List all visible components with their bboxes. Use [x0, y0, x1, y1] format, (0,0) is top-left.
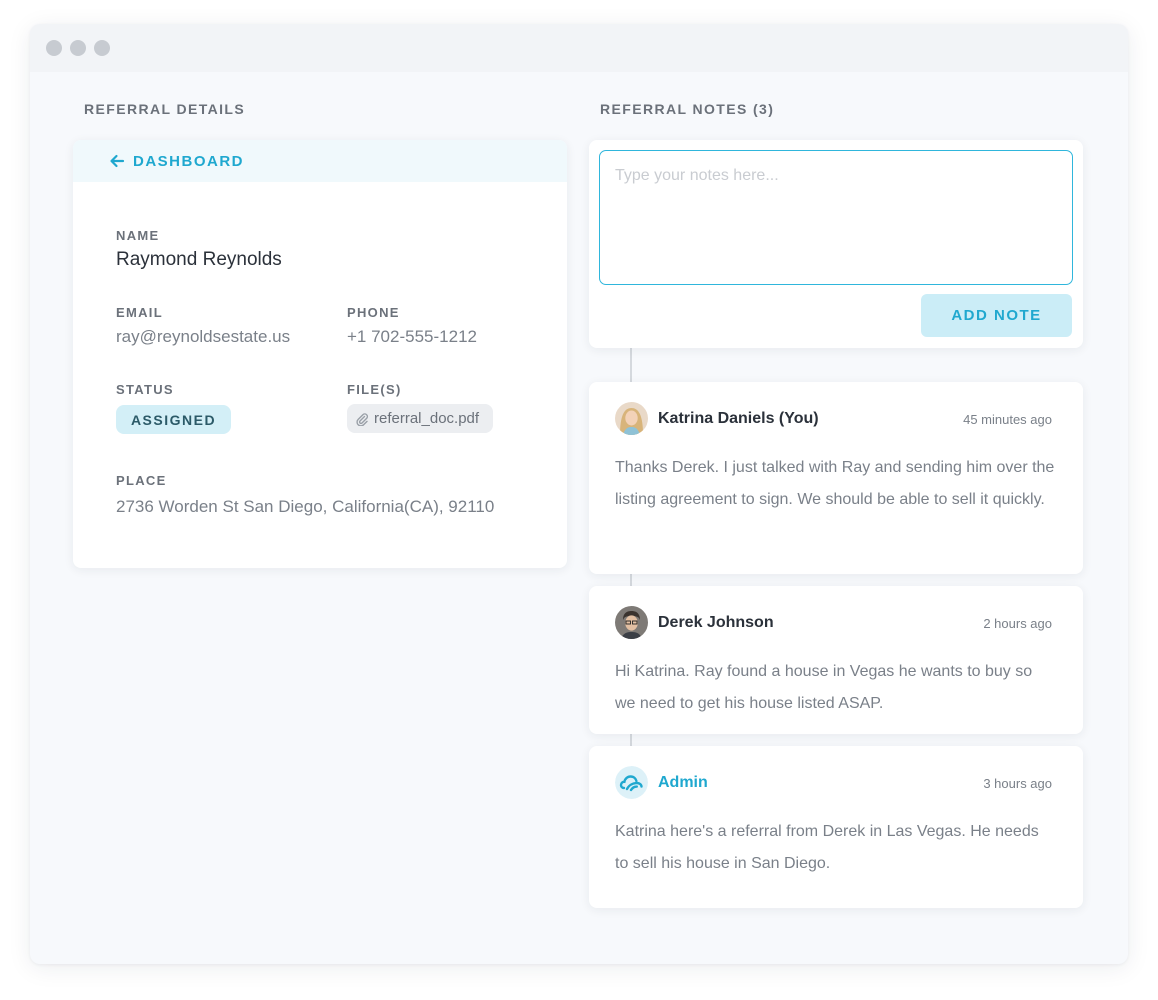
note-author: Derek Johnson: [658, 614, 774, 631]
phone-label: PHONE: [347, 305, 400, 320]
files-label: FILE(S): [347, 382, 402, 397]
note-body: Katrina here's a referral from Derek in …: [615, 823, 1039, 872]
note-item: Admin 3 hours ago Katrina here's a refer…: [589, 746, 1083, 908]
status-label: STATUS: [116, 382, 174, 397]
note-time: 45 minutes ago: [963, 412, 1052, 427]
window-control-maximize[interactable]: [94, 40, 110, 56]
note-author: Admin: [658, 774, 708, 791]
window-control-close[interactable]: [46, 40, 62, 56]
timeline-connector: [630, 574, 632, 586]
note-input[interactable]: [599, 150, 1073, 285]
note-item: Katrina Daniels (You) 45 minutes ago Tha…: [589, 382, 1083, 574]
avatar-katrina: [615, 402, 648, 435]
app-window: REFERRAL DETAILS DASHBOARD NAME Raymond …: [30, 24, 1128, 964]
file-attachment-chip[interactable]: referral_doc.pdf: [347, 404, 493, 433]
referral-details-card: DASHBOARD NAME Raymond Reynolds EMAIL ra…: [73, 140, 567, 568]
referral-details-heading: REFERRAL DETAILS: [84, 101, 246, 117]
file-name: referral_doc.pdf: [374, 410, 480, 427]
name-value: Raymond Reynolds: [116, 249, 282, 270]
dashboard-back-link[interactable]: DASHBOARD: [73, 140, 567, 182]
status-badge: ASSIGNED: [116, 405, 231, 434]
window-titlebar: [30, 24, 1128, 72]
phone-value: +1 702-555-1212: [347, 327, 477, 346]
timeline-connector: [630, 348, 632, 382]
place-label: PLACE: [116, 473, 167, 488]
dashboard-back-label: DASHBOARD: [133, 152, 244, 170]
note-author: Katrina Daniels (You): [658, 410, 819, 427]
name-label: NAME: [116, 228, 160, 243]
note-body: Hi Katrina. Ray found a house in Vegas h…: [615, 663, 1033, 712]
admin-logo-icon: [615, 766, 648, 799]
place-value: 2736 Worden St San Diego, California(CA)…: [116, 497, 495, 516]
email-label: EMAIL: [116, 305, 163, 320]
timeline-connector: [630, 734, 632, 746]
email-value: ray@reynoldsestate.us: [116, 327, 291, 346]
referral-notes-heading: REFERRAL NOTES (3): [600, 101, 775, 117]
note-time: 3 hours ago: [983, 776, 1052, 791]
avatar-derek: [615, 606, 648, 639]
arrow-left-icon: [110, 154, 125, 168]
paperclip-icon: [356, 412, 369, 426]
window-control-minimize[interactable]: [70, 40, 86, 56]
note-item: Derek Johnson 2 hours ago Hi Katrina. Ra…: [589, 586, 1083, 734]
add-note-button[interactable]: ADD NOTE: [921, 294, 1072, 337]
note-body: Thanks Derek. I just talked with Ray and…: [615, 459, 1055, 508]
add-note-card: ADD NOTE: [589, 140, 1083, 348]
note-time: 2 hours ago: [983, 616, 1052, 631]
